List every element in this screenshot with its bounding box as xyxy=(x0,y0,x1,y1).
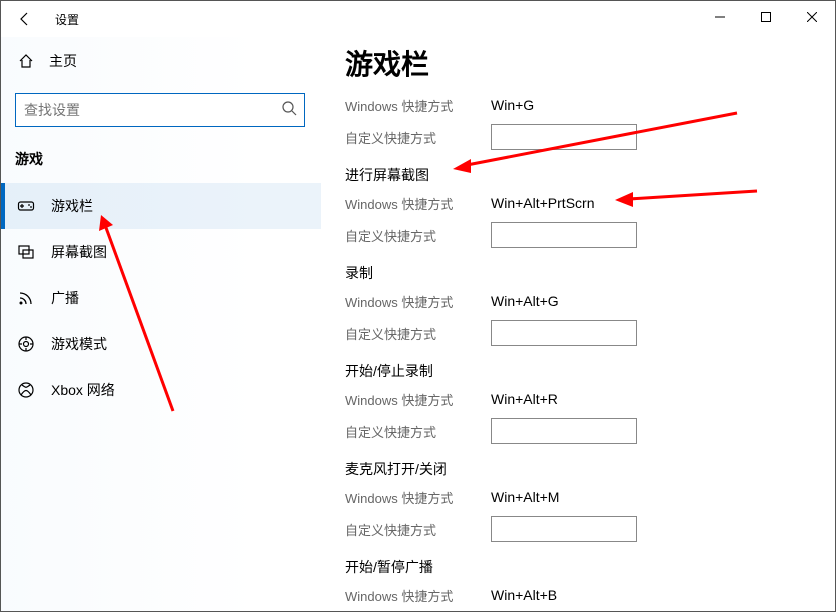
row-win-shortcut: Windows 快捷方式Win+Alt+G xyxy=(345,285,827,317)
broadcast-icon xyxy=(15,289,37,307)
close-button[interactable] xyxy=(789,1,835,33)
input-custom-shortcut[interactable] xyxy=(491,222,637,248)
input-custom-shortcut[interactable] xyxy=(491,124,637,150)
group-title: 麦克风打开/关闭 xyxy=(345,459,827,479)
page-title: 游戏栏 xyxy=(345,43,827,83)
nav-item-broadcast[interactable]: 广播 xyxy=(1,275,321,321)
value-win-shortcut: Win+Alt+PrtScrn xyxy=(491,195,671,211)
row-win-shortcut: Windows 快捷方式 Win+G xyxy=(345,89,827,121)
maximize-button[interactable] xyxy=(743,1,789,33)
label-win-shortcut: Windows 快捷方式 xyxy=(345,586,491,605)
category-header: 游戏 xyxy=(15,149,307,169)
content: 游戏栏 Windows 快捷方式 Win+G 自定义快捷方式 进行屏幕截图Win… xyxy=(345,43,827,611)
nav-item-capture[interactable]: 屏幕截图 xyxy=(1,229,321,275)
label-win-shortcut: Windows 快捷方式 xyxy=(345,390,491,409)
group-title: 进行屏幕截图 xyxy=(345,165,827,185)
gamemode-icon xyxy=(15,335,37,353)
arrow-left-icon xyxy=(17,11,33,27)
label-win-shortcut: Windows 快捷方式 xyxy=(345,488,491,507)
value-win-shortcut: Win+Alt+G xyxy=(491,293,671,309)
label-custom-shortcut: 自定义快捷方式 xyxy=(345,226,491,245)
label-win-shortcut: Windows 快捷方式 xyxy=(345,96,491,115)
row-custom-shortcut: 自定义快捷方式 xyxy=(345,219,827,251)
row-custom-shortcut: 自定义快捷方式 xyxy=(345,121,827,153)
home-icon xyxy=(15,53,37,69)
value-win-shortcut: Win+Alt+R xyxy=(491,391,671,407)
gamebar-icon xyxy=(15,197,37,215)
group-title: 录制 xyxy=(345,263,827,283)
input-custom-shortcut[interactable] xyxy=(491,516,637,542)
search-icon xyxy=(281,100,297,119)
row-custom-shortcut: 自定义快捷方式 xyxy=(345,317,827,349)
nav-list: 游戏栏 屏幕截图 广播 游戏模式 xyxy=(1,183,321,413)
row-win-shortcut: Windows 快捷方式Win+Alt+B xyxy=(345,579,827,611)
settings-window: 设置 主页 游戏 游戏栏 xyxy=(0,0,836,612)
nav-label: 屏幕截图 xyxy=(51,242,107,262)
nav-item-gamemode[interactable]: 游戏模式 xyxy=(1,321,321,367)
value-win-shortcut: Win+Alt+M xyxy=(491,489,671,505)
label-win-shortcut: Windows 快捷方式 xyxy=(345,194,491,213)
value-win-shortcut: Win+Alt+B xyxy=(491,587,671,603)
capture-icon xyxy=(15,243,37,261)
titlebar: 设置 xyxy=(1,1,835,37)
search-input[interactable] xyxy=(15,93,305,127)
value-win-shortcut: Win+G xyxy=(491,97,671,113)
sidebar: 主页 游戏 游戏栏 屏幕截图 xyxy=(1,37,321,611)
home-label: 主页 xyxy=(49,51,77,71)
label-custom-shortcut: 自定义快捷方式 xyxy=(345,422,491,441)
xbox-icon xyxy=(15,381,37,399)
label-custom-shortcut: 自定义快捷方式 xyxy=(345,520,491,539)
window-title: 设置 xyxy=(49,11,79,28)
label-win-shortcut: Windows 快捷方式 xyxy=(345,292,491,311)
nav-item-xbox[interactable]: Xbox 网络 xyxy=(1,367,321,413)
input-custom-shortcut[interactable] xyxy=(491,320,637,346)
nav-label: 游戏栏 xyxy=(51,196,93,216)
row-custom-shortcut: 自定义快捷方式 xyxy=(345,415,827,447)
minimize-button[interactable] xyxy=(697,1,743,33)
search-wrap xyxy=(15,93,305,127)
group-title: 开始/暂停广播 xyxy=(345,557,827,577)
row-win-shortcut: Windows 快捷方式Win+Alt+R xyxy=(345,383,827,415)
label-custom-shortcut: 自定义快捷方式 xyxy=(345,324,491,343)
row-custom-shortcut: 自定义快捷方式 xyxy=(345,513,827,545)
group-title: 开始/停止录制 xyxy=(345,361,827,381)
input-custom-shortcut[interactable] xyxy=(491,418,637,444)
row-win-shortcut: Windows 快捷方式Win+Alt+PrtScrn xyxy=(345,187,827,219)
row-win-shortcut: Windows 快捷方式Win+Alt+M xyxy=(345,481,827,513)
back-button[interactable] xyxy=(1,1,49,37)
nav-label: 广播 xyxy=(51,288,79,308)
nav-label: Xbox 网络 xyxy=(51,380,115,400)
nav-label: 游戏模式 xyxy=(51,334,107,354)
home-row[interactable]: 主页 xyxy=(15,41,307,81)
window-controls xyxy=(697,1,835,33)
nav-item-gamebar[interactable]: 游戏栏 xyxy=(1,183,321,229)
label-custom-shortcut: 自定义快捷方式 xyxy=(345,128,491,147)
